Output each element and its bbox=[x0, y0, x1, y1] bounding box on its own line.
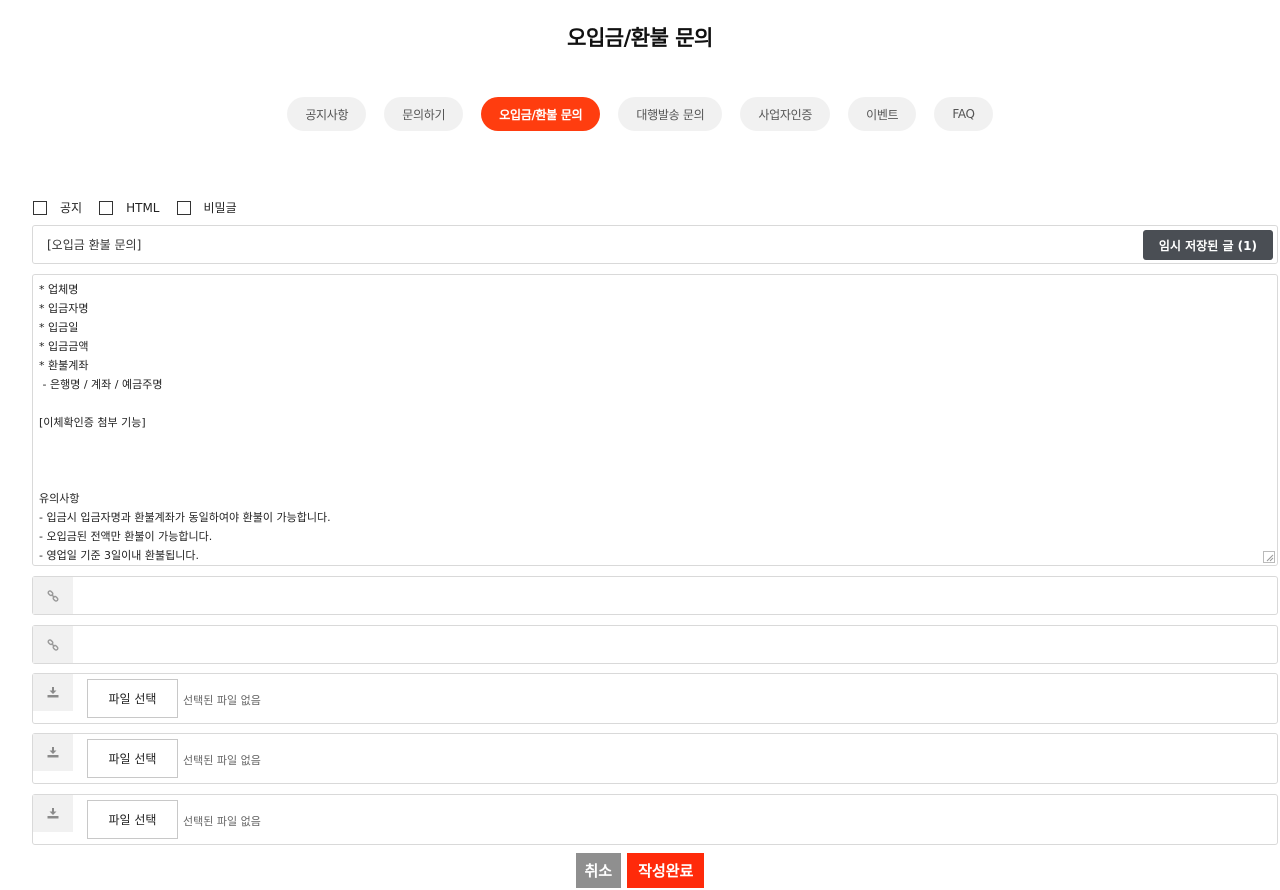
tab-proxy-send-inquiry[interactable]: 대행발송 문의 bbox=[618, 97, 723, 131]
link-input-1[interactable] bbox=[73, 577, 1277, 614]
content-line: - 은행명 / 계좌 / 예금주명 bbox=[39, 378, 163, 391]
file-field-2: 파일 선택 선택된 파일 없음 bbox=[32, 733, 1278, 784]
link-icon bbox=[33, 577, 73, 614]
content-line: * 입금일 bbox=[39, 321, 79, 334]
form-actions: 취소 작성완료 bbox=[0, 853, 1280, 888]
resize-grip-icon[interactable] bbox=[1263, 551, 1275, 563]
file-status-1: 선택된 파일 없음 bbox=[183, 694, 261, 707]
html-option[interactable]: HTML bbox=[99, 200, 160, 215]
tab-event[interactable]: 이벤트 bbox=[848, 97, 917, 131]
link-input-2[interactable] bbox=[73, 626, 1277, 663]
link-field-2 bbox=[32, 625, 1278, 664]
content-textarea[interactable]: * 업체명 * 입금자명 * 입금일 * 입금금액 * 환불계좌 - 은행명 / 계좌 … bbox=[32, 274, 1278, 566]
html-label: HTML bbox=[126, 200, 160, 215]
content-body: * 업체명 * 입금자명 * 입금일 * 입금금액 * 환불계좌 - 은행명 / 계좌 … bbox=[39, 280, 1271, 566]
tab-refund-inquiry[interactable]: 오입금/환불 문의 bbox=[481, 97, 601, 131]
content-line bbox=[39, 451, 1271, 470]
file-status-3: 선택된 파일 없음 bbox=[183, 815, 261, 828]
content-line: - 이체확인증의 계좌정보는 마스킹없이 첨부하여 주시기 바랍니다. bbox=[39, 565, 1271, 566]
content-line: * 환불계좌 bbox=[39, 359, 89, 372]
content-line: - 영업일 기준 3일이내 환불됩니다. bbox=[39, 549, 200, 562]
content-line: * 업체명 bbox=[39, 283, 79, 296]
content-line: * 입금금액 bbox=[39, 340, 89, 353]
secret-option[interactable]: 비밀글 bbox=[176, 199, 237, 216]
secret-checkbox[interactable] bbox=[176, 200, 191, 215]
html-checkbox[interactable] bbox=[99, 200, 114, 215]
file-status-2: 선택된 파일 없음 bbox=[183, 754, 261, 767]
tab-notice[interactable]: 공지사항 bbox=[287, 97, 367, 131]
content-line: - 입금시 입금자명과 환불계좌가 동일하여야 환불이 가능합니다. bbox=[39, 511, 331, 524]
choose-file-button-1[interactable]: 파일 선택 bbox=[87, 679, 178, 718]
notice-option[interactable]: 공지 bbox=[33, 199, 82, 216]
content-line: - 오입금된 전액만 환불이 가능합니다. bbox=[39, 530, 213, 543]
cancel-button[interactable]: 취소 bbox=[575, 853, 622, 888]
page-title: 오입금/환불 문의 bbox=[567, 26, 713, 50]
download-icon bbox=[33, 734, 73, 771]
choose-file-button-3[interactable]: 파일 선택 bbox=[87, 800, 178, 839]
content-line: * 입금자명 bbox=[39, 302, 89, 315]
content-line: [이체확인증 첨부 기능] bbox=[39, 416, 146, 429]
tab-business-verification[interactable]: 사업자인증 bbox=[740, 97, 831, 131]
post-options: 공지 HTML 비밀글 bbox=[33, 199, 254, 216]
secret-label: 비밀글 bbox=[203, 201, 237, 215]
subject-field[interactable]: [오입금 환불 문의] 임시 저장된 글 (1) bbox=[32, 225, 1278, 264]
link-field-1 bbox=[32, 576, 1278, 615]
file-field-3: 파일 선택 선택된 파일 없음 bbox=[32, 794, 1278, 845]
submit-button[interactable]: 작성완료 bbox=[627, 853, 705, 888]
saved-draft-button[interactable]: 임시 저장된 글 (1) bbox=[1142, 230, 1273, 260]
download-icon bbox=[33, 795, 73, 832]
tab-faq[interactable]: FAQ bbox=[934, 97, 993, 131]
content-line bbox=[39, 432, 1271, 451]
tab-inquiry[interactable]: 문의하기 bbox=[384, 97, 464, 131]
notice-checkbox[interactable] bbox=[33, 200, 47, 215]
choose-file-button-2[interactable]: 파일 선택 bbox=[87, 739, 178, 778]
file-field-1: 파일 선택 선택된 파일 없음 bbox=[32, 673, 1278, 724]
board-tabs: 공지사항 문의하기 오입금/환불 문의 대행발송 문의 사업자인증 이벤트 FA… bbox=[0, 97, 1280, 131]
content-line bbox=[39, 394, 1271, 413]
content-line: 유의사항 bbox=[39, 492, 80, 505]
download-icon bbox=[33, 674, 73, 711]
subject-input[interactable]: [오입금 환불 문의] bbox=[33, 236, 1277, 253]
content-line bbox=[39, 470, 1271, 489]
notice-label: 공지 bbox=[60, 201, 83, 215]
link-icon bbox=[33, 626, 73, 663]
